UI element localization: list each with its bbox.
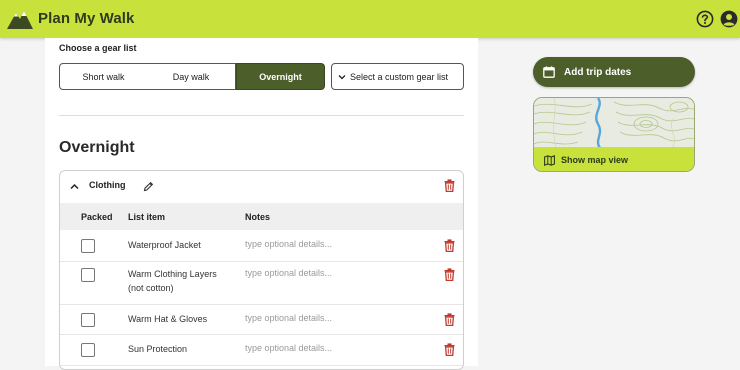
brand[interactable]: Plan My Walk	[7, 7, 135, 29]
packed-checkbox[interactable]	[81, 313, 95, 327]
choose-gear-label: Choose a gear list	[59, 43, 137, 53]
mountain-logo-icon	[7, 11, 33, 29]
delete-item-trash-icon[interactable]	[444, 313, 455, 326]
top-bar: Plan My Walk	[0, 0, 740, 38]
table-row: Warm Clothing Layers (not cotton)	[60, 262, 463, 305]
topographic-map-thumbnail	[534, 98, 694, 148]
map-icon	[544, 154, 555, 166]
column-list-item: List item	[128, 212, 166, 222]
category-name: Clothing	[89, 180, 126, 190]
column-notes: Notes	[245, 212, 271, 222]
help-icon[interactable]	[696, 10, 714, 28]
section-title: Overnight	[59, 139, 135, 156]
delete-item-trash-icon[interactable]	[444, 343, 455, 356]
notes-input[interactable]	[245, 343, 395, 353]
gear-list-panel: Choose a gear list Short walk Day walk O…	[45, 38, 478, 370]
table-row: Warm Hat & Gloves	[60, 305, 463, 335]
notes-input[interactable]	[245, 239, 395, 249]
category-header[interactable]: Clothing	[60, 171, 463, 202]
table-header: Packed List item Notes	[60, 203, 463, 230]
chevron-up-icon[interactable]	[70, 182, 79, 191]
item-name: Waterproof Jacket	[128, 240, 201, 250]
delete-item-trash-icon[interactable]	[444, 239, 455, 252]
item-name: Sun Protection	[128, 344, 188, 354]
custom-select-label: Select a custom gear list	[350, 71, 449, 82]
show-map-view-label: Show map view	[561, 155, 629, 165]
column-packed: Packed	[81, 212, 113, 222]
show-map-view-button[interactable]: Show map view	[534, 147, 694, 171]
add-trip-dates-button[interactable]: Add trip dates	[533, 57, 695, 87]
chevron-down-icon	[338, 74, 346, 79]
item-name: Warm Clothing Layers (not cotton)	[128, 269, 217, 293]
category-card-clothing: Clothing Packed List item Notes Waterpro…	[59, 170, 464, 370]
item-name: Warm Hat & Gloves	[128, 314, 208, 324]
delete-item-trash-icon[interactable]	[444, 268, 455, 281]
add-trip-dates-label: Add trip dates	[564, 66, 632, 78]
calendar-icon	[543, 66, 555, 78]
account-icon[interactable]	[720, 10, 738, 28]
packed-checkbox[interactable]	[81, 268, 95, 282]
custom-gear-list-select[interactable]: Select a custom gear list	[331, 63, 464, 90]
pencil-icon[interactable]	[143, 181, 154, 192]
app-name: Plan My Walk	[38, 9, 135, 27]
divider	[59, 115, 464, 116]
packed-checkbox[interactable]	[81, 239, 95, 253]
notes-input[interactable]	[245, 268, 395, 278]
gear-option-day-walk[interactable]: Day walk	[147, 63, 236, 90]
delete-category-trash-icon[interactable]	[444, 179, 455, 192]
notes-input[interactable]	[245, 313, 395, 323]
gear-option-overnight[interactable]: Overnight	[236, 63, 325, 90]
table-row: Sun Protection	[60, 335, 463, 366]
gear-option-short-walk[interactable]: Short walk	[59, 63, 148, 90]
table-row: Waterproof Jacket	[60, 231, 463, 262]
map-preview-card[interactable]: Show map view	[533, 97, 695, 172]
packed-checkbox[interactable]	[81, 343, 95, 357]
